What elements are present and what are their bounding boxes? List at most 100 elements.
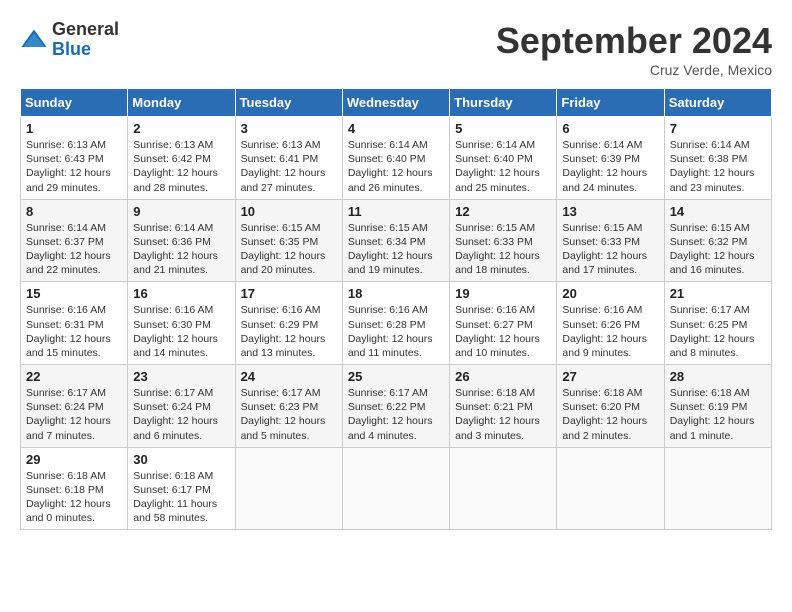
daylight-label: Daylight: 12 hours and 6 minutes. <box>133 415 218 441</box>
sunset-label: Sunset: 6:40 PM <box>348 153 426 165</box>
day-info: Sunrise: 6:13 AM Sunset: 6:43 PM Dayligh… <box>26 138 122 195</box>
calendar-cell: 29 Sunrise: 6:18 AM Sunset: 6:18 PM Dayl… <box>21 447 128 530</box>
day-number: 20 <box>562 286 658 301</box>
day-number: 30 <box>133 452 229 467</box>
daylight-label: Daylight: 12 hours and 18 minutes. <box>455 250 540 276</box>
daylight-label: Daylight: 11 hours and 58 minutes. <box>133 498 217 524</box>
calendar-cell: 2 Sunrise: 6:13 AM Sunset: 6:42 PM Dayli… <box>128 117 235 200</box>
daylight-label: Daylight: 12 hours and 13 minutes. <box>241 333 326 359</box>
day-info: Sunrise: 6:15 AM Sunset: 6:32 PM Dayligh… <box>670 221 766 278</box>
daylight-label: Daylight: 12 hours and 29 minutes. <box>26 167 111 193</box>
sunrise-label: Sunrise: 6:13 AM <box>133 139 213 151</box>
calendar-cell: 6 Sunrise: 6:14 AM Sunset: 6:39 PM Dayli… <box>557 117 664 200</box>
day-number: 29 <box>26 452 122 467</box>
logo-general: General <box>52 20 119 40</box>
calendar-cell: 26 Sunrise: 6:18 AM Sunset: 6:21 PM Dayl… <box>450 365 557 448</box>
day-number: 7 <box>670 121 766 136</box>
calendar-cell <box>557 447 664 530</box>
daylight-label: Daylight: 12 hours and 7 minutes. <box>26 415 111 441</box>
day-number: 17 <box>241 286 337 301</box>
sunset-label: Sunset: 6:24 PM <box>26 401 104 413</box>
calendar-cell: 8 Sunrise: 6:14 AM Sunset: 6:37 PM Dayli… <box>21 199 128 282</box>
sunset-label: Sunset: 6:27 PM <box>455 319 533 331</box>
weekday-header: Sunday <box>21 89 128 117</box>
day-number: 9 <box>133 204 229 219</box>
daylight-label: Daylight: 12 hours and 16 minutes. <box>670 250 755 276</box>
daylight-label: Daylight: 12 hours and 9 minutes. <box>562 333 647 359</box>
day-number: 5 <box>455 121 551 136</box>
day-info: Sunrise: 6:17 AM Sunset: 6:23 PM Dayligh… <box>241 386 337 443</box>
day-info: Sunrise: 6:17 AM Sunset: 6:24 PM Dayligh… <box>26 386 122 443</box>
calendar-cell: 11 Sunrise: 6:15 AM Sunset: 6:34 PM Dayl… <box>342 199 449 282</box>
daylight-label: Daylight: 12 hours and 15 minutes. <box>26 333 111 359</box>
day-info: Sunrise: 6:15 AM Sunset: 6:34 PM Dayligh… <box>348 221 444 278</box>
sunset-label: Sunset: 6:36 PM <box>133 236 211 248</box>
logo-icon <box>20 26 48 54</box>
day-number: 6 <box>562 121 658 136</box>
calendar-week-row: 1 Sunrise: 6:13 AM Sunset: 6:43 PM Dayli… <box>21 117 772 200</box>
calendar-cell: 16 Sunrise: 6:16 AM Sunset: 6:30 PM Dayl… <box>128 282 235 365</box>
day-number: 1 <box>26 121 122 136</box>
calendar-cell <box>664 447 771 530</box>
sunrise-label: Sunrise: 6:18 AM <box>562 387 642 399</box>
day-info: Sunrise: 6:14 AM Sunset: 6:40 PM Dayligh… <box>348 138 444 195</box>
day-info: Sunrise: 6:14 AM Sunset: 6:36 PM Dayligh… <box>133 221 229 278</box>
daylight-label: Daylight: 12 hours and 19 minutes. <box>348 250 433 276</box>
sunrise-label: Sunrise: 6:16 AM <box>26 304 106 316</box>
day-info: Sunrise: 6:16 AM Sunset: 6:28 PM Dayligh… <box>348 303 444 360</box>
weekday-header: Monday <box>128 89 235 117</box>
sunrise-label: Sunrise: 6:18 AM <box>670 387 750 399</box>
calendar-cell <box>235 447 342 530</box>
sunrise-label: Sunrise: 6:16 AM <box>348 304 428 316</box>
daylight-label: Daylight: 12 hours and 22 minutes. <box>26 250 111 276</box>
sunrise-label: Sunrise: 6:14 AM <box>455 139 535 151</box>
sunrise-label: Sunrise: 6:15 AM <box>562 222 642 234</box>
daylight-label: Daylight: 12 hours and 20 minutes. <box>241 250 326 276</box>
day-info: Sunrise: 6:15 AM Sunset: 6:33 PM Dayligh… <box>455 221 551 278</box>
sunrise-label: Sunrise: 6:17 AM <box>670 304 750 316</box>
sunrise-label: Sunrise: 6:14 AM <box>133 222 213 234</box>
sunset-label: Sunset: 6:25 PM <box>670 319 748 331</box>
calendar-cell: 28 Sunrise: 6:18 AM Sunset: 6:19 PM Dayl… <box>664 365 771 448</box>
day-number: 26 <box>455 369 551 384</box>
calendar-week-row: 15 Sunrise: 6:16 AM Sunset: 6:31 PM Dayl… <box>21 282 772 365</box>
calendar-cell: 17 Sunrise: 6:16 AM Sunset: 6:29 PM Dayl… <box>235 282 342 365</box>
sunset-label: Sunset: 6:33 PM <box>562 236 640 248</box>
sunset-label: Sunset: 6:30 PM <box>133 319 211 331</box>
calendar-week-row: 8 Sunrise: 6:14 AM Sunset: 6:37 PM Dayli… <box>21 199 772 282</box>
day-info: Sunrise: 6:16 AM Sunset: 6:30 PM Dayligh… <box>133 303 229 360</box>
weekday-header: Tuesday <box>235 89 342 117</box>
calendar-cell: 27 Sunrise: 6:18 AM Sunset: 6:20 PM Dayl… <box>557 365 664 448</box>
day-info: Sunrise: 6:13 AM Sunset: 6:42 PM Dayligh… <box>133 138 229 195</box>
day-info: Sunrise: 6:18 AM Sunset: 6:18 PM Dayligh… <box>26 469 122 526</box>
daylight-label: Daylight: 12 hours and 25 minutes. <box>455 167 540 193</box>
day-info: Sunrise: 6:18 AM Sunset: 6:19 PM Dayligh… <box>670 386 766 443</box>
day-number: 19 <box>455 286 551 301</box>
sunset-label: Sunset: 6:33 PM <box>455 236 533 248</box>
day-info: Sunrise: 6:14 AM Sunset: 6:37 PM Dayligh… <box>26 221 122 278</box>
daylight-label: Daylight: 12 hours and 21 minutes. <box>133 250 218 276</box>
sunset-label: Sunset: 6:22 PM <box>348 401 426 413</box>
sunrise-label: Sunrise: 6:18 AM <box>133 470 213 482</box>
calendar-week-row: 22 Sunrise: 6:17 AM Sunset: 6:24 PM Dayl… <box>21 365 772 448</box>
sunset-label: Sunset: 6:18 PM <box>26 484 104 496</box>
day-number: 16 <box>133 286 229 301</box>
sunrise-label: Sunrise: 6:16 AM <box>562 304 642 316</box>
day-info: Sunrise: 6:16 AM Sunset: 6:29 PM Dayligh… <box>241 303 337 360</box>
daylight-label: Daylight: 12 hours and 26 minutes. <box>348 167 433 193</box>
day-number: 2 <box>133 121 229 136</box>
sunrise-label: Sunrise: 6:13 AM <box>26 139 106 151</box>
day-info: Sunrise: 6:14 AM Sunset: 6:38 PM Dayligh… <box>670 138 766 195</box>
daylight-label: Daylight: 12 hours and 14 minutes. <box>133 333 218 359</box>
sunrise-label: Sunrise: 6:15 AM <box>455 222 535 234</box>
sunset-label: Sunset: 6:38 PM <box>670 153 748 165</box>
calendar-cell: 23 Sunrise: 6:17 AM Sunset: 6:24 PM Dayl… <box>128 365 235 448</box>
sunset-label: Sunset: 6:26 PM <box>562 319 640 331</box>
sunrise-label: Sunrise: 6:16 AM <box>133 304 213 316</box>
sunrise-label: Sunrise: 6:14 AM <box>26 222 106 234</box>
day-number: 10 <box>241 204 337 219</box>
sunrise-label: Sunrise: 6:17 AM <box>348 387 428 399</box>
sunset-label: Sunset: 6:23 PM <box>241 401 319 413</box>
weekday-header: Friday <box>557 89 664 117</box>
calendar-cell <box>342 447 449 530</box>
